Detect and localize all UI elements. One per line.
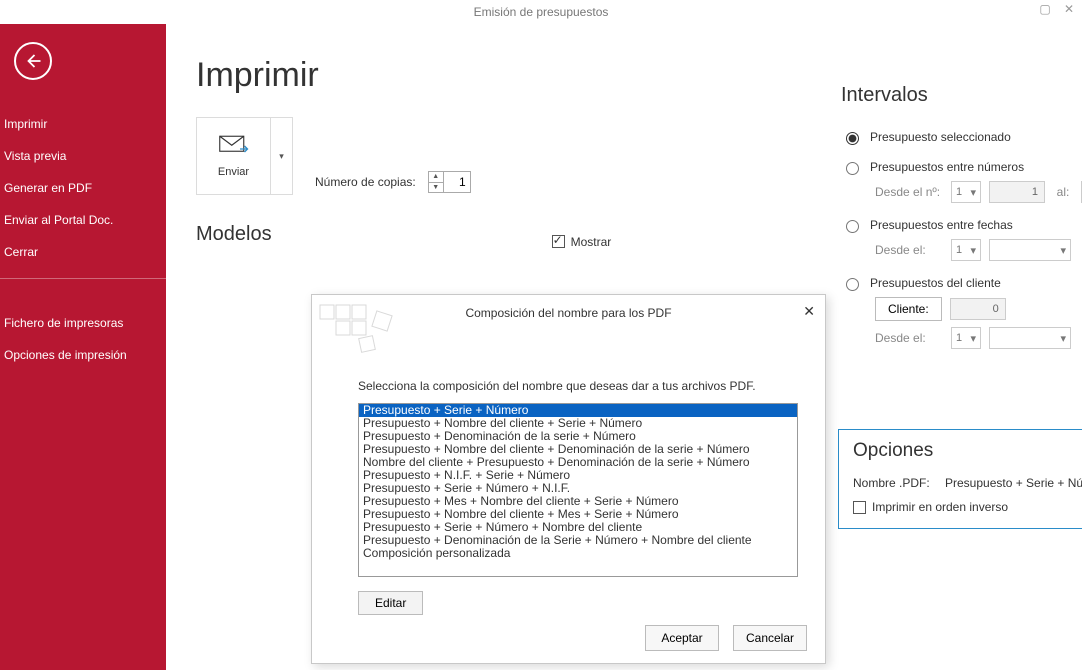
dialog-instruction: Selecciona la composición del nombre que…	[358, 379, 785, 393]
send-button[interactable]: Enviar	[196, 117, 271, 195]
dialog-close-icon[interactable]: ✕	[803, 303, 815, 320]
cliente-button[interactable]: Cliente:	[875, 297, 942, 321]
spin-up-icon[interactable]: ▲	[429, 172, 443, 183]
copies-input[interactable]	[444, 172, 470, 192]
serie-cliente-dropdown[interactable]: 1▾	[951, 327, 981, 349]
intervalos-heading: Intervalos	[841, 84, 1082, 107]
copies-spinner[interactable]: ▲▼	[428, 171, 471, 193]
copies-label: Número de copias:	[315, 175, 416, 189]
checkbox-icon	[552, 235, 565, 248]
pdf-name-value: Presupuesto + Serie + Número	[945, 476, 1082, 490]
radio-del-cliente[interactable]: Presupuestos del cliente	[841, 275, 1082, 291]
back-button[interactable]	[14, 42, 52, 80]
envelope-icon	[219, 135, 249, 160]
minimize-icon[interactable]: ▢	[1038, 2, 1052, 16]
sidebar-item-4[interactable]: Cerrar	[0, 236, 166, 268]
sidebar-item2-0[interactable]: Fichero de impresoras	[0, 307, 166, 339]
dialog-title: Composición del nombre para los PDF	[465, 306, 671, 320]
num-from-input[interactable]: 1	[989, 181, 1045, 203]
ok-button[interactable]: Aceptar	[645, 625, 719, 651]
sidebar: ImprimirVista previaGenerar en PDFEnviar…	[0, 24, 166, 670]
close-icon[interactable]: ✕	[1062, 2, 1076, 16]
send-label: Enviar	[218, 166, 249, 178]
sidebar-item-3[interactable]: Enviar al Portal Doc.	[0, 204, 166, 236]
opciones-panel: Opciones Nombre .PDF: Presupuesto + Seri…	[838, 429, 1082, 529]
sidebar-item-2[interactable]: Generar en PDF	[0, 172, 166, 204]
spin-down-icon[interactable]: ▼	[429, 183, 443, 193]
radio-entre-numeros[interactable]: Presupuestos entre números	[841, 159, 1082, 175]
sidebar-item2-1[interactable]: Opciones de impresión	[0, 339, 166, 371]
cliente-id-input[interactable]: 0	[950, 298, 1006, 320]
checkbox-icon	[853, 501, 866, 514]
send-dropdown[interactable]: ▾	[271, 117, 293, 195]
window-title: Emisión de presupuestos	[474, 5, 609, 19]
modelos-heading: Modelos	[196, 223, 272, 246]
radio-presupuesto-seleccionado[interactable]: Presupuesto seleccionado	[841, 129, 1082, 145]
opciones-heading: Opciones	[853, 440, 1082, 462]
list-item[interactable]: Composición personalizada	[359, 547, 797, 560]
serie-from-dropdown[interactable]: 1▾	[951, 181, 981, 203]
pdf-name-listbox[interactable]: Presupuesto + Serie + NúmeroPresupuesto …	[358, 403, 798, 577]
date-from-dropdown[interactable]: ▾	[989, 239, 1071, 261]
sidebar-item-0[interactable]: Imprimir	[0, 108, 166, 140]
reverse-order-checkbox[interactable]: Imprimir en orden inverso	[853, 500, 1082, 514]
sidebar-item-1[interactable]: Vista previa	[0, 140, 166, 172]
edit-button[interactable]: Editar	[358, 591, 423, 615]
serie-date-dropdown[interactable]: 1▾	[951, 239, 981, 261]
pdf-name-dialog: Composición del nombre para los PDF ✕ Se…	[311, 294, 826, 664]
radio-entre-fechas[interactable]: Presupuestos entre fechas	[841, 217, 1082, 233]
show-checkbox[interactable]: Mostrar	[552, 235, 612, 249]
cancel-button[interactable]: Cancelar	[733, 625, 807, 651]
date-cliente-from-dropdown[interactable]: ▾	[989, 327, 1071, 349]
